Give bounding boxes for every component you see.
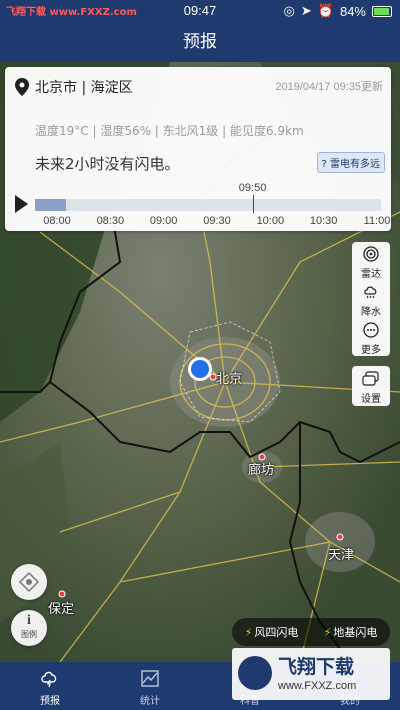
legend-item-1: ⚡ 风四闪电: [245, 624, 299, 640]
lightning-forecast-message: 未来2小时没有闪电。: [35, 155, 180, 173]
legend-item-2-label: 地基闪电: [333, 626, 378, 639]
tab-statistics[interactable]: 统计: [100, 662, 200, 710]
lightning-distance-button[interactable]: ? 雷电有多远: [316, 152, 385, 173]
legend-item-2: ⚡ 地基闪电: [324, 624, 378, 640]
layers-icon: [362, 371, 379, 386]
rain-button[interactable]: 降水: [352, 284, 390, 318]
timeline-tick: 08:00: [43, 215, 71, 227]
watermark-url: www.FXXZ.com: [278, 680, 357, 692]
legend-item-1-label: 风四闪电: [254, 626, 299, 639]
tab-statistics-label: 统计: [140, 696, 160, 707]
radar-icon: [363, 246, 379, 262]
lightning-bolt-icon: ⚡: [323, 626, 332, 639]
timeline-cursor[interactable]: [252, 195, 254, 213]
location-pin-icon: [15, 78, 29, 96]
settings-label: 设置: [361, 394, 381, 405]
locate-icon: [18, 571, 40, 593]
forecast-icon: [41, 671, 57, 688]
battery-icon: [372, 5, 392, 17]
more-button[interactable]: 更多: [352, 322, 390, 356]
timeline-tick: 09:30: [203, 215, 231, 227]
weather-summary: 温度19°C | 湿度56% | 东北风1级 | 能见度6.9km: [35, 124, 304, 138]
timeline-tick: 10:00: [256, 215, 285, 227]
watermark-brand: 飞翔下载: [278, 656, 355, 678]
locate-button[interactable]: [11, 564, 47, 600]
battery-percent: 84%: [339, 3, 366, 19]
timeline-tick: 09:00: [149, 215, 178, 227]
more-icon: [363, 322, 379, 338]
signal-icon: ➤: [300, 3, 312, 18]
app-header: 预报: [0, 22, 400, 62]
map-label-langfang: 廊坊: [248, 463, 275, 478]
watermark: 飞翔下载 www.FXXZ.com: [232, 648, 390, 700]
info-icon: i: [27, 613, 31, 628]
tab-forecast[interactable]: 预报: [0, 662, 100, 710]
map-label-beijing: 北京: [216, 372, 243, 387]
legend-button-label: 图例: [21, 630, 37, 639]
timeline-tick: 10:30: [309, 215, 338, 227]
status-icons: ◎ ➤ ⏰ 84%: [284, 3, 392, 19]
timeline-ticks: 08:00 08:30 09:00 09:30 10:00 10:30 11:00: [35, 215, 391, 229]
map-label-tianjin: 天津: [328, 548, 355, 563]
location-status-icon: ◎: [283, 3, 295, 18]
radar-label: 雷达: [361, 269, 381, 280]
tab-forecast-label: 预报: [40, 696, 60, 707]
timeline-progress: [35, 199, 67, 211]
timeline-tick: 08:30: [96, 215, 125, 227]
forecast-card: 北京市 | 海淀区 2019/04/17 09:35更新 温度19°C | 湿度…: [5, 67, 391, 231]
status-bar: 飞翔下载 www.FXXZ.com 09:47 ◎ ➤ ⏰ 84%: [0, 0, 400, 22]
alarm-icon: ⏰: [317, 3, 334, 18]
rain-label: 降水: [361, 307, 381, 318]
lightning-legend: ⚡ 风四闪电 ⚡ 地基闪电: [232, 618, 390, 646]
page-title: 预报: [183, 32, 217, 52]
update-time: 2019/04/17 09:35更新: [275, 81, 383, 93]
radar-button[interactable]: 雷达: [352, 246, 390, 280]
map-tools-panel: 雷达 降水 更多: [352, 242, 390, 356]
watermark-logo: [238, 656, 272, 690]
more-label: 更多: [361, 345, 381, 356]
timeline-tick: 11:00: [363, 215, 391, 227]
location-name: 北京市 | 海淀区: [35, 80, 133, 96]
lightning-bolt-icon: ⚡: [244, 626, 253, 639]
statistics-icon: [141, 670, 159, 687]
rain-cloud-icon: [364, 286, 377, 299]
play-icon[interactable]: [15, 195, 28, 213]
location-row[interactable]: 北京市 | 海淀区: [15, 77, 133, 97]
timeline-current-time: 09:50: [238, 182, 267, 194]
timeline-track[interactable]: [35, 199, 381, 211]
legend-button[interactable]: i 图例: [11, 610, 47, 646]
settings-button[interactable]: 设置: [352, 366, 390, 406]
map-label-baoding: 保定: [48, 602, 75, 617]
